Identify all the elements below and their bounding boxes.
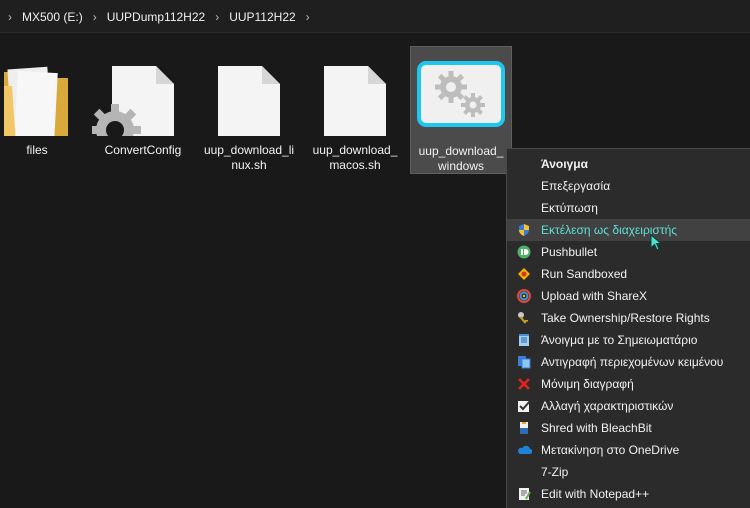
menu-item-label: Αντιγραφή περιεχομένων κειμένου <box>541 355 724 369</box>
menu-item-permanent-delete[interactable]: Μόνιμη διαγραφή <box>507 373 750 395</box>
breadcrumb-item-uup[interactable]: UUP112H22 <box>227 10 297 24</box>
onedrive-icon <box>507 439 541 461</box>
menu-item-bleachbit[interactable]: Shred with BleachBit <box>507 417 750 439</box>
file-item-linux-sh[interactable]: uup_download_linux.sh <box>198 46 300 174</box>
uac-shield-icon <box>507 219 541 241</box>
breadcrumb-item-drive[interactable]: MX500 (E:) <box>20 10 85 24</box>
menu-item-label: Shred with BleachBit <box>541 421 652 435</box>
menu-item-label: Επεξεργασία <box>541 179 611 193</box>
document-icon <box>304 46 406 146</box>
chevron-right-icon[interactable]: › <box>207 10 227 24</box>
file-label: ConvertConfig <box>104 143 182 157</box>
file-label: uup_download_macos.sh <box>312 143 398 172</box>
mouse-cursor-icon <box>650 234 663 251</box>
folder-icon <box>0 46 88 146</box>
menu-item-change-attributes[interactable]: Αλλαγή χαρακτηριστικών <box>507 395 750 417</box>
menu-item-take-ownership[interactable]: Take Ownership/Restore Rights <box>507 307 750 329</box>
menu-item-pushbullet[interactable]: Pushbullet <box>507 241 750 263</box>
menu-item-label: Run Sandboxed <box>541 267 628 281</box>
menu-item-label: Άνοιγμα με το Σημειωματάριο <box>541 333 698 347</box>
menu-item-label: Edit with Notepad++ <box>541 487 650 501</box>
menu-item-label: Take Ownership/Restore Rights <box>541 311 710 325</box>
attributes-icon <box>507 395 541 417</box>
chevron-right-icon[interactable]: › <box>0 10 20 24</box>
menu-item-copy-text[interactable]: Αντιγραφή περιεχομένων κειμένου <box>507 351 750 373</box>
menu-item-label: Pushbullet <box>541 245 598 259</box>
menu-item-label: Εκτύπωση <box>541 201 598 215</box>
document-icon <box>198 46 300 146</box>
menu-item-print[interactable]: Εκτύπωση <box>507 197 750 219</box>
menu-item-label: Άνοιγμα <box>541 157 588 171</box>
menu-item-label: Μόνιμη διαγραφή <box>541 377 634 391</box>
bleachbit-icon <box>507 417 541 439</box>
menu-item-edit[interactable]: Επεξεργασία <box>507 175 750 197</box>
menu-item-run-sandboxed[interactable]: Run Sandboxed <box>507 263 750 285</box>
key-icon <box>507 307 541 329</box>
menu-item-onedrive[interactable]: Μετακίνηση στο OneDrive <box>507 439 750 461</box>
menu-item-label: Μετακίνηση στο OneDrive <box>541 443 680 457</box>
menu-item-label: 7-Zip <box>541 465 569 479</box>
breadcrumb-item-uupdump[interactable]: UUPDump112H22 <box>105 10 208 24</box>
menu-item-label: Αλλαγή χαρακτηριστικών <box>541 399 674 413</box>
file-label: uup_download_windows <box>418 144 504 173</box>
file-item-files[interactable]: files <box>0 46 88 174</box>
address-bar[interactable]: › MX500 (E:) › UUPDump112H22 › UUP112H22… <box>0 0 750 33</box>
settings-file-icon <box>89 46 194 156</box>
menu-item-label: Upload with ShareX <box>541 289 648 303</box>
menu-item-notepadpp[interactable]: Edit with Notepad++ <box>507 483 750 505</box>
context-menu: Άνοιγμα Επεξεργασία Εκτύπωση Εκτέλεση ως… <box>506 148 750 508</box>
pushbullet-icon <box>507 241 541 263</box>
batch-file-icon <box>411 47 511 137</box>
menu-item-run-as-admin[interactable]: Εκτέλεση ως διαχειριστής <box>507 219 750 241</box>
file-item-windows[interactable]: uup_download_windows <box>410 46 512 174</box>
notepad-icon <box>507 329 541 351</box>
file-label: uup_download_linux.sh <box>203 143 295 172</box>
breadcrumb: › MX500 (E:) › UUPDump112H22 › UUP112H22… <box>0 0 318 33</box>
chevron-right-icon[interactable]: › <box>298 10 318 24</box>
menu-item-sharex[interactable]: Upload with ShareX <box>507 285 750 307</box>
file-item-convertconfig[interactable]: ConvertConfig <box>89 46 194 174</box>
sharex-icon <box>507 285 541 307</box>
sandboxie-icon <box>507 263 541 285</box>
menu-item-7zip[interactable]: 7-Zip <box>507 461 750 483</box>
chevron-right-icon[interactable]: › <box>85 10 105 24</box>
file-label: files <box>26 143 48 157</box>
delete-x-icon <box>507 373 541 395</box>
menu-item-open-notepad[interactable]: Άνοιγμα με το Σημειωματάριο <box>507 329 750 351</box>
file-item-macos-sh[interactable]: uup_download_macos.sh <box>304 46 406 174</box>
copy-text-icon <box>507 351 541 373</box>
notepadpp-icon <box>507 483 541 505</box>
menu-item-open[interactable]: Άνοιγμα <box>507 153 750 175</box>
